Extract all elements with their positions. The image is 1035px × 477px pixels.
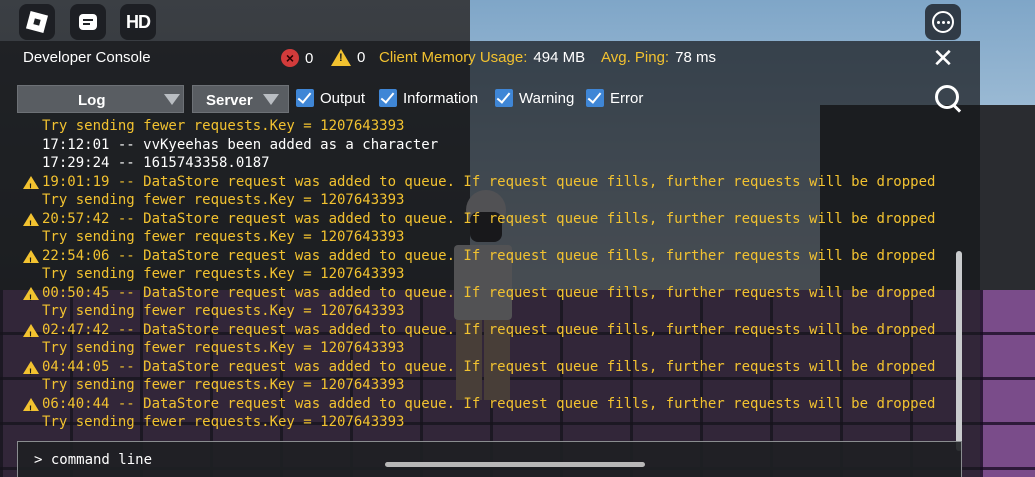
log-line-text: 20:57:42 -- DataStore request was added … <box>42 210 936 227</box>
log-line: 06:40:44 -- DataStore request was added … <box>0 395 952 418</box>
home-indicator[interactable] <box>385 462 645 467</box>
log-line-text: 19:01:19 -- DataStore request was added … <box>42 173 936 190</box>
filter-label: Output <box>320 89 366 107</box>
log-scrollbar[interactable] <box>956 251 962 451</box>
developer-console: Developer Console × 0 0 Client Memory Us… <box>0 41 980 477</box>
checkbox-checked-icon <box>379 89 397 107</box>
ping-value: 78 ms <box>675 49 716 66</box>
checkbox-checked-icon <box>586 89 604 107</box>
warning-icon <box>23 397 39 418</box>
error-count: 0 <box>305 49 314 67</box>
log-line: Try sending fewer requests.Key = 1207643… <box>0 339 952 358</box>
log-line: Try sending fewer requests.Key = 1207643… <box>0 265 952 284</box>
filter-information-checkbox[interactable]: Information <box>379 89 478 107</box>
warning-icon <box>23 212 39 233</box>
context-dropdown-value: Server <box>206 92 253 109</box>
view-dropdown[interactable]: Log <box>17 85 184 113</box>
hd-icon: HD <box>126 11 151 32</box>
log-line: 22:54:06 -- DataStore request was added … <box>0 247 952 270</box>
log-line: Try sending fewer requests.Key = 1207643… <box>0 302 952 321</box>
chat-button[interactable] <box>70 4 106 40</box>
log-line-text: Try sending fewer requests.Key = 1207643… <box>42 340 405 356</box>
console-controls: Log Server Output Information Warning Er… <box>0 83 980 115</box>
log-line-text: 02:47:42 -- DataStore request was added … <box>42 321 936 338</box>
log-line-text: Try sending fewer requests.Key = 1207643… <box>42 118 405 134</box>
warning-icon <box>23 175 39 196</box>
chat-icon <box>79 14 97 30</box>
console-title: Developer Console <box>23 49 151 66</box>
ping-label: Avg. Ping: <box>601 49 670 66</box>
memory-value: 494 MB <box>533 49 586 66</box>
warning-icon <box>23 286 39 307</box>
warning-icon <box>23 323 39 344</box>
log-line-text: Try sending fewer requests.Key = 1207643… <box>42 192 405 208</box>
roblox-menu-button[interactable] <box>19 4 55 40</box>
checkbox-checked-icon <box>296 89 314 107</box>
context-dropdown[interactable]: Server <box>192 85 289 113</box>
error-icon: × <box>281 49 299 67</box>
hd-button[interactable]: HD <box>120 4 156 40</box>
log-line-text: 22:54:06 -- DataStore request was added … <box>42 247 936 264</box>
chevron-down-icon <box>263 94 279 105</box>
error-counter[interactable]: × 0 <box>281 49 313 67</box>
warning-icon <box>23 249 39 270</box>
filter-error-checkbox[interactable]: Error <box>586 89 643 107</box>
warning-count: 0 <box>357 49 366 66</box>
ping-stat: Avg. Ping: 78 ms <box>601 49 716 66</box>
log-line: 00:50:45 -- DataStore request was added … <box>0 284 952 307</box>
warning-counter[interactable]: 0 <box>331 49 365 66</box>
command-line-placeholder: > command line <box>34 452 153 468</box>
view-dropdown-value: Log <box>78 92 106 109</box>
log-line-text: Try sending fewer requests.Key = 1207643… <box>42 266 405 282</box>
search-icon[interactable] <box>933 83 963 113</box>
log-line: 17:12:01 -- vvKyeehas been added as a ch… <box>0 136 952 155</box>
console-header: Developer Console × 0 0 Client Memory Us… <box>0 41 980 75</box>
log-output[interactable]: Try sending fewer requests.Key = 1207643… <box>0 117 952 431</box>
checkbox-checked-icon <box>495 89 513 107</box>
filter-output-checkbox[interactable]: Output <box>296 89 365 107</box>
log-line-text: Try sending fewer requests.Key = 1207643… <box>42 303 405 319</box>
log-line-text: 17:29:24 -- 1615743358.0187 <box>42 155 270 171</box>
log-line: Try sending fewer requests.Key = 1207643… <box>0 376 952 395</box>
filter-label: Error <box>610 89 644 107</box>
command-line-input[interactable]: > command line <box>17 441 962 477</box>
warning-icon <box>331 49 351 66</box>
filter-warning-checkbox[interactable]: Warning <box>495 89 574 107</box>
log-line: 02:47:42 -- DataStore request was added … <box>0 321 952 344</box>
log-line: 04:44:05 -- DataStore request was added … <box>0 358 952 381</box>
log-line: 19:01:19 -- DataStore request was added … <box>0 173 952 196</box>
log-line: Try sending fewer requests.Key = 1207643… <box>0 117 952 136</box>
memory-stat: Client Memory Usage: 494 MB <box>379 49 585 66</box>
log-line: Try sending fewer requests.Key = 1207643… <box>0 191 952 210</box>
chevron-down-icon <box>164 94 180 105</box>
log-line: 17:29:24 -- 1615743358.0187 <box>0 154 952 173</box>
roblox-logo-icon <box>25 10 49 34</box>
warning-icon <box>23 360 39 381</box>
log-line: 20:57:42 -- DataStore request was added … <box>0 210 952 233</box>
log-line-text: Try sending fewer requests.Key = 1207643… <box>42 414 405 430</box>
log-line-text: 00:50:45 -- DataStore request was added … <box>42 284 936 301</box>
log-line-text: Try sending fewer requests.Key = 1207643… <box>42 377 405 393</box>
close-icon[interactable]: ✕ <box>930 45 956 71</box>
filter-label: Warning <box>519 89 575 107</box>
memory-label: Client Memory Usage: <box>379 49 528 66</box>
filter-label: Information <box>403 89 479 107</box>
ellipsis-icon <box>932 11 954 33</box>
log-line-text: 04:44:05 -- DataStore request was added … <box>42 358 936 375</box>
log-line-text: 06:40:44 -- DataStore request was added … <box>42 395 936 412</box>
log-line-text: Try sending fewer requests.Key = 1207643… <box>42 229 405 245</box>
more-options-button[interactable] <box>925 4 961 40</box>
log-line: Try sending fewer requests.Key = 1207643… <box>0 413 952 431</box>
log-line-text: 17:12:01 -- vvKyeehas been added as a ch… <box>42 136 439 153</box>
log-line: Try sending fewer requests.Key = 1207643… <box>0 228 952 247</box>
